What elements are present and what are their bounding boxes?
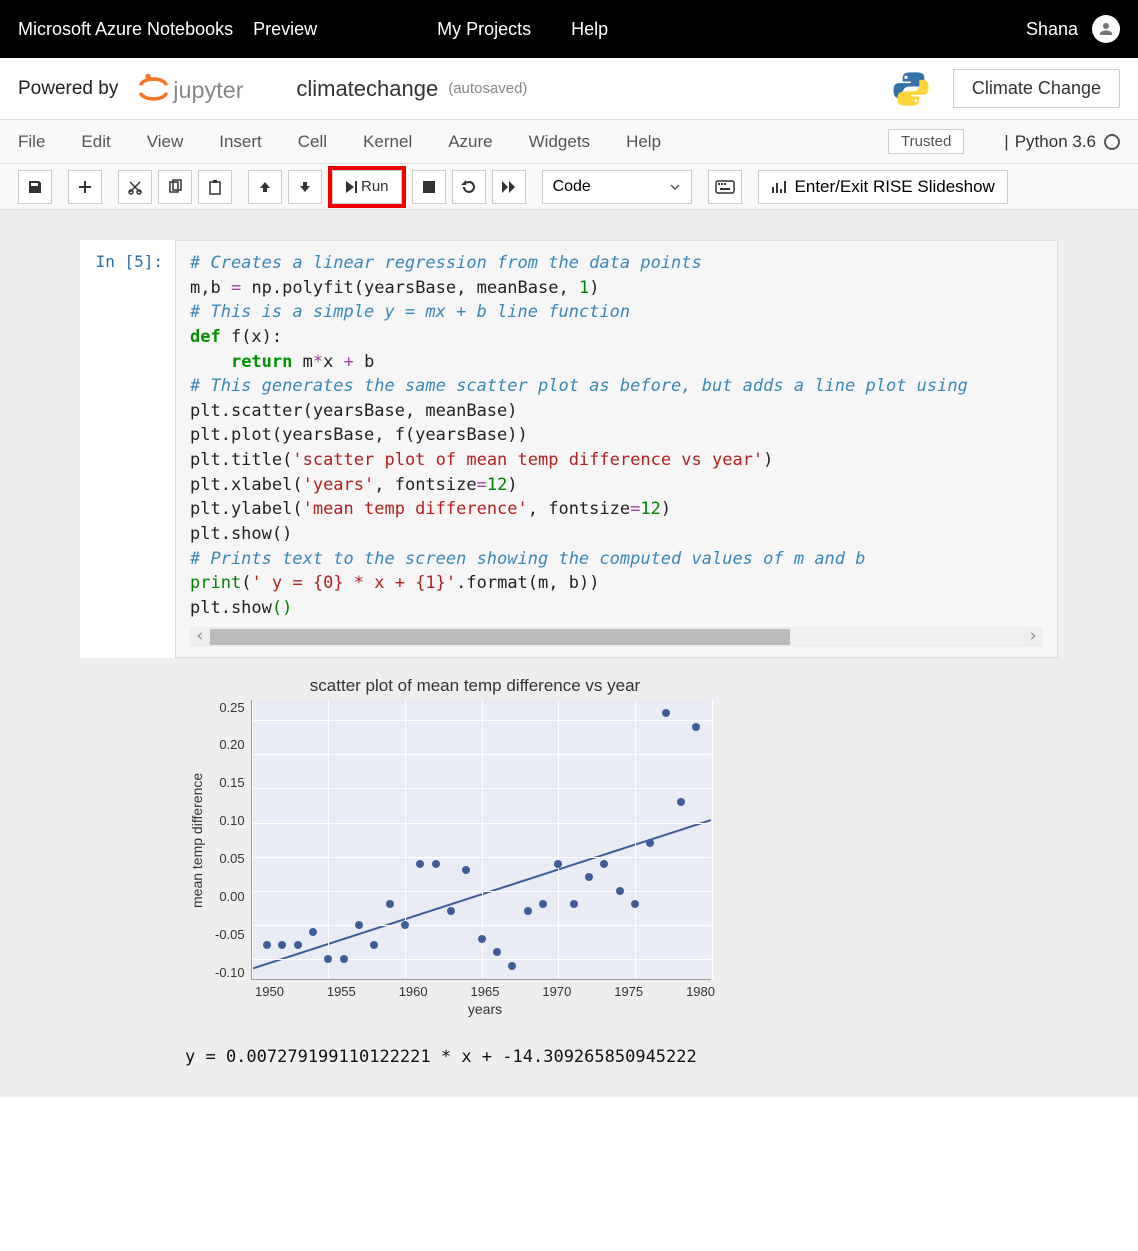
cell-prompt: In [5]: — [80, 240, 175, 658]
move-up-button[interactable] — [248, 170, 282, 204]
interrupt-button[interactable] — [412, 170, 446, 204]
chevron-down-icon — [669, 181, 681, 193]
run-label: Run — [361, 178, 389, 195]
brand-label: Microsoft Azure Notebooks — [18, 19, 233, 40]
preview-label[interactable]: Preview — [253, 19, 317, 40]
svg-text:jupyter: jupyter — [173, 77, 244, 103]
y-axis-ticks: 0.250.200.150.100.050.00-0.05-0.10 — [209, 700, 251, 980]
code-editor[interactable]: # Creates a linear regression from the d… — [175, 240, 1058, 658]
paste-button[interactable] — [198, 170, 232, 204]
rise-slideshow-button[interactable]: Enter/Exit RISE Slideshow — [758, 170, 1008, 204]
kernel-name: Python 3.6 — [1015, 132, 1096, 152]
menu-edit[interactable]: Edit — [81, 132, 110, 152]
user-name[interactable]: Shana — [1026, 19, 1078, 40]
scroll-right-icon[interactable]: › — [1023, 624, 1043, 649]
user-avatar-icon[interactable] — [1092, 15, 1120, 43]
move-down-button[interactable] — [288, 170, 322, 204]
menu-bar: File Edit View Insert Cell Kernel Azure … — [0, 120, 1138, 164]
azure-top-bar: Microsoft Azure Notebooks Preview My Pro… — [0, 0, 1138, 58]
nav-help[interactable]: Help — [571, 19, 608, 40]
code-cell[interactable]: In [5]: # Creates a linear regression fr… — [80, 240, 1058, 658]
menu-file[interactable]: File — [18, 132, 45, 152]
add-cell-button[interactable] — [68, 170, 102, 204]
jupyter-header: Powered by jupyter climatechange (autosa… — [0, 58, 1138, 120]
notebook-title[interactable]: climatechange — [296, 76, 438, 102]
menu-help[interactable]: Help — [626, 132, 661, 152]
nav-my-projects[interactable]: My Projects — [437, 19, 531, 40]
kernel-status-icon — [1104, 134, 1120, 150]
horizontal-scrollbar[interactable]: ‹ › — [190, 627, 1043, 647]
x-axis-ticks: 1950195519601965197019751980 — [255, 980, 715, 999]
jupyter-logo-icon[interactable]: jupyter — [128, 71, 278, 107]
cell-type-value: Code — [553, 178, 591, 196]
python-logo-icon — [891, 69, 931, 109]
x-axis-label: years — [255, 1001, 715, 1017]
copy-button[interactable] — [158, 170, 192, 204]
restart-run-all-button[interactable] — [492, 170, 526, 204]
kernel-select-button[interactable]: Climate Change — [953, 69, 1120, 108]
run-button[interactable]: Run — [332, 170, 402, 204]
kernel-indicator: | Python 3.6 — [1004, 132, 1120, 152]
save-button[interactable] — [18, 170, 52, 204]
cell-output: scatter plot of mean temp difference vs … — [175, 658, 1058, 1067]
menu-cell[interactable]: Cell — [298, 132, 327, 152]
cut-button[interactable] — [118, 170, 152, 204]
plot-area — [251, 700, 711, 980]
trusted-badge[interactable]: Trusted — [888, 129, 964, 154]
bar-chart-icon — [771, 179, 787, 195]
menu-view[interactable]: View — [147, 132, 184, 152]
rise-label: Enter/Exit RISE Slideshow — [795, 177, 995, 197]
print-output: y = 0.007279199110122221 * x + -14.30926… — [185, 1047, 1058, 1067]
scatter-plot: scatter plot of mean temp difference vs … — [185, 676, 765, 1017]
restart-button[interactable] — [452, 170, 486, 204]
toolbar: Run Code Enter/Exit RISE Slideshow — [0, 164, 1138, 210]
chart-title: scatter plot of mean temp difference vs … — [185, 676, 765, 696]
autosaved-label: (autosaved) — [448, 80, 527, 97]
menu-widgets[interactable]: Widgets — [529, 132, 590, 152]
menu-kernel[interactable]: Kernel — [363, 132, 412, 152]
menu-azure[interactable]: Azure — [448, 132, 492, 152]
notebook-area: In [5]: # Creates a linear regression fr… — [0, 210, 1138, 1097]
y-axis-label: mean temp difference — [185, 700, 209, 980]
powered-by-label: Powered by — [18, 78, 118, 100]
cell-type-select[interactable]: Code — [542, 170, 692, 204]
command-palette-button[interactable] — [708, 170, 742, 204]
run-button-highlight: Run — [328, 166, 406, 208]
menu-insert[interactable]: Insert — [219, 132, 262, 152]
scroll-left-icon[interactable]: ‹ — [190, 624, 210, 649]
